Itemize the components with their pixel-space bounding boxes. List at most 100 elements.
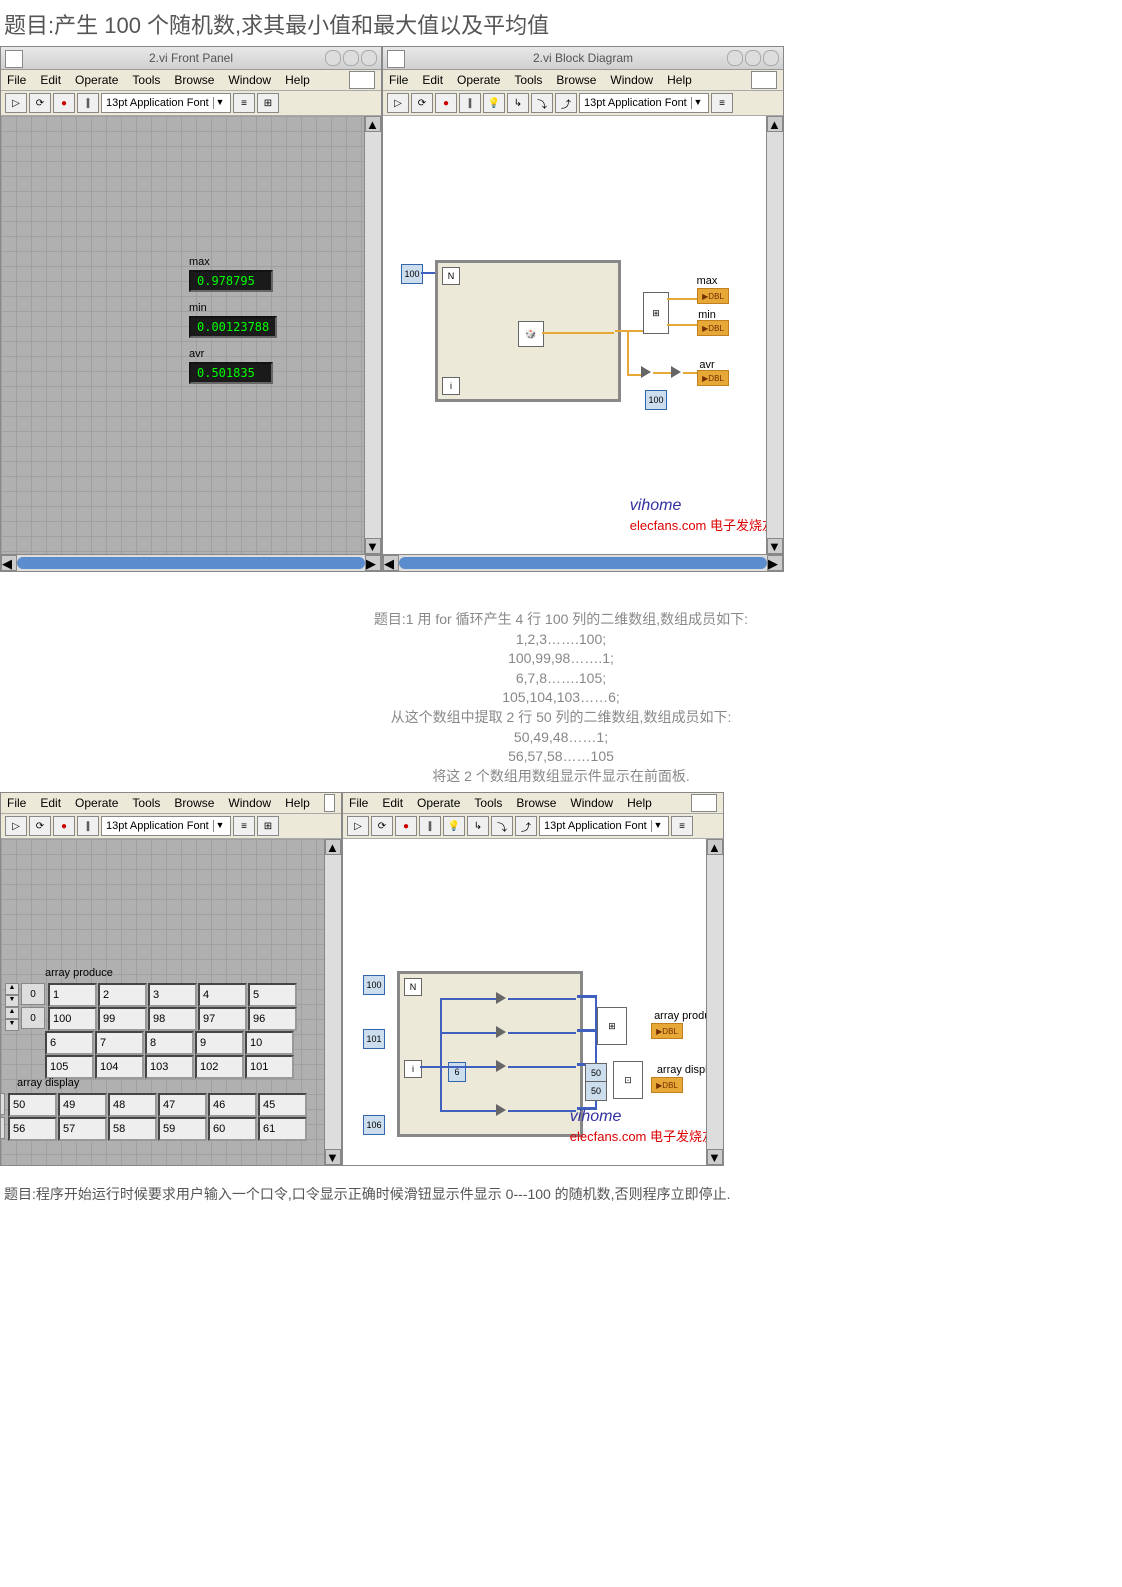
watermark: vihomeelecfans.com 电子发烧友 [630, 497, 775, 534]
max-button[interactable] [745, 50, 761, 66]
down-icon[interactable]: ▼ [5, 995, 19, 1007]
step-out-button[interactable]: ⤴ [555, 93, 577, 113]
abort-button[interactable]: ● [395, 816, 417, 836]
toolbar: ▷⟳●∥💡↳⤵⤴13pt Application Font▼≡ [383, 91, 783, 116]
font-select[interactable]: 13pt Application Font▼ [101, 93, 231, 113]
problem-title-3: 题目:程序开始运行时候要求用户输入一个口令,口令显示正确时候滑钮显示件显示 0-… [0, 1174, 1122, 1214]
abort-button[interactable]: ● [53, 93, 75, 113]
font-select[interactable]: 13pt Application Font▼ [539, 816, 669, 836]
loop-n-terminal: N [404, 978, 422, 996]
add-node [496, 1060, 506, 1072]
wire [683, 372, 697, 374]
max-button[interactable] [343, 50, 359, 66]
context-help-icon[interactable] [324, 794, 335, 812]
context-help-icon[interactable] [691, 794, 717, 812]
menubar[interactable]: FileEditOperateToolsBrowseWindowHelp [1, 793, 341, 814]
toolbar: ▷⟳●∥13pt Application Font▼≡⊞ [1, 814, 341, 839]
run-cont-button[interactable]: ⟳ [29, 816, 51, 836]
align-button[interactable]: ≡ [671, 816, 693, 836]
abort-button[interactable]: ● [53, 816, 75, 836]
highlight-button[interactable]: 💡 [483, 93, 505, 113]
const-100-div: 100 [645, 390, 667, 410]
up-icon[interactable]: ▲ [5, 1007, 19, 1019]
front-panel-window: 2.vi Front Panel FileEditOperateToolsBro… [0, 46, 382, 572]
pause-button[interactable]: ∥ [77, 93, 99, 113]
avr-indicator: avr0.501835 [189, 348, 273, 384]
run-button[interactable]: ▷ [5, 93, 27, 113]
subset-node: ⊡ [613, 1061, 643, 1099]
retain-button[interactable]: ↳ [507, 93, 529, 113]
close-button[interactable] [361, 50, 377, 66]
app-icon [5, 50, 23, 68]
wire [440, 998, 496, 1000]
menubar[interactable]: FileEditOperateToolsBrowseWindowHelp [1, 70, 381, 91]
step-out-button[interactable]: ⤴ [515, 816, 537, 836]
problem-title-1: 题目:产生 100 个随机数,求其最小值和最大值以及平均值 [0, 0, 1122, 46]
align-button[interactable]: ≡ [711, 93, 733, 113]
array-display: array display 0504948474645 056575859606… [1, 1077, 308, 1141]
const-100: 100 [401, 264, 423, 284]
menubar[interactable]: FileEditOperateToolsBrowseWindowHelp [343, 793, 723, 814]
font-select[interactable]: 13pt Application Font▼ [579, 93, 709, 113]
problem-text-2: 题目:1 用 for 循环产生 4 行 100 列的二维数组,数组成员如下:1,… [0, 580, 1122, 792]
app-icon [387, 50, 405, 68]
context-help-icon[interactable] [349, 71, 375, 89]
run-button[interactable]: ▷ [347, 816, 369, 836]
run-button[interactable]: ▷ [5, 816, 27, 836]
align-button[interactable]: ≡ [233, 93, 255, 113]
divide-node [671, 366, 681, 378]
titlebar: 2.vi Front Panel [1, 47, 381, 70]
vscroll[interactable]: ▲▼ [364, 116, 381, 554]
pause-button[interactable]: ∥ [419, 816, 441, 836]
highlight-button[interactable]: 💡 [443, 816, 465, 836]
for-loop: N i 6 [397, 971, 583, 1137]
down-icon[interactable]: ▼ [5, 1019, 19, 1031]
sub-node2 [496, 1104, 506, 1116]
hscroll[interactable]: ◀▶ [1, 554, 381, 571]
const-106: 106 [363, 1115, 385, 1135]
wire [667, 324, 697, 326]
maxmin-node: ⊞ [643, 292, 669, 334]
abort-button[interactable]: ● [435, 93, 457, 113]
align-button[interactable]: ≡ [233, 816, 255, 836]
up-icon[interactable]: ▲ [5, 983, 19, 995]
step-button[interactable]: ⤵ [531, 93, 553, 113]
vscroll[interactable]: ▲▼ [324, 839, 341, 1165]
wire [421, 272, 435, 274]
wire [440, 998, 442, 1112]
min-button[interactable] [727, 50, 743, 66]
max-indicator: max0.978795 [189, 256, 273, 292]
run-cont-button[interactable]: ⟳ [371, 816, 393, 836]
run-button[interactable]: ▷ [387, 93, 409, 113]
pause-button[interactable]: ∥ [459, 93, 481, 113]
vscroll[interactable]: ▲▼ [706, 839, 723, 1165]
run-cont-button[interactable]: ⟳ [29, 93, 51, 113]
distribute-button[interactable]: ⊞ [257, 93, 279, 113]
wire [508, 1110, 576, 1112]
run-cont-button[interactable]: ⟳ [411, 93, 433, 113]
hscroll[interactable]: ◀▶ [383, 554, 783, 571]
min-button[interactable] [325, 50, 341, 66]
wire [542, 332, 614, 334]
wire [653, 372, 671, 374]
wire [667, 298, 697, 300]
const-100: 100 [363, 975, 385, 995]
sub-node [496, 1026, 506, 1038]
pause-button[interactable]: ∥ [77, 816, 99, 836]
wire [627, 374, 641, 376]
vscroll[interactable]: ▲▼ [766, 116, 783, 554]
context-help-icon[interactable] [751, 71, 777, 89]
max-terminal: ▶DBL [697, 288, 729, 304]
distribute-button[interactable]: ⊞ [257, 816, 279, 836]
build-array-node: ⊞ [597, 1007, 627, 1045]
retain-button[interactable]: ↳ [467, 816, 489, 836]
loop-i-terminal: i [404, 1060, 422, 1078]
step-button[interactable]: ⤵ [491, 816, 513, 836]
menubar[interactable]: FileEditOperateToolsBrowseWindowHelp [383, 70, 783, 91]
random-node: 🎲 [518, 321, 544, 347]
wire [577, 1029, 597, 1032]
close-button[interactable] [763, 50, 779, 66]
watermark: vihomeelecfans.com 电子发烧友 [570, 1108, 715, 1145]
font-select[interactable]: 13pt Application Font▼ [101, 816, 231, 836]
titlebar: 2.vi Block Diagram [383, 47, 783, 70]
